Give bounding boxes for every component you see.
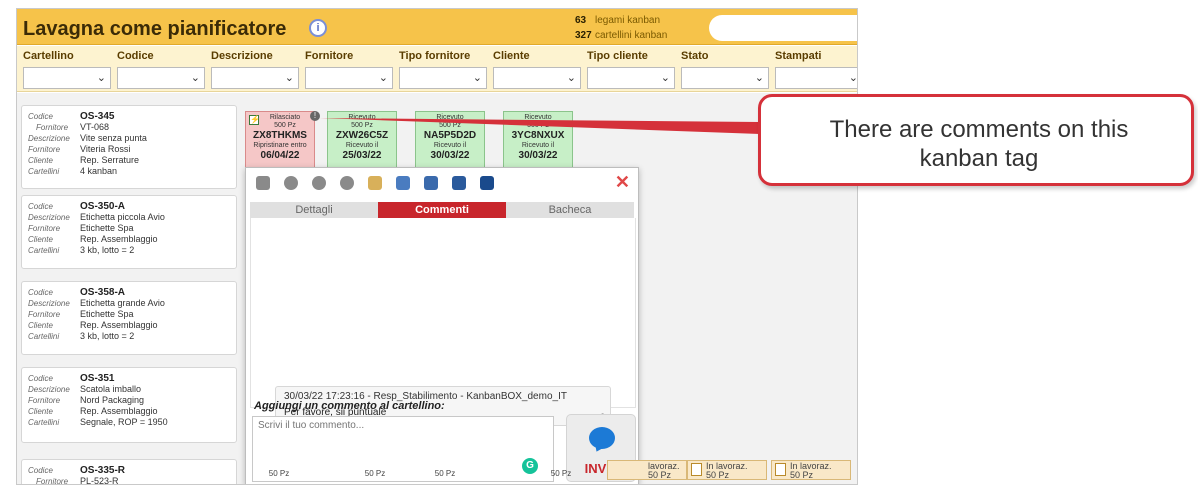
callout-pointer-shape bbox=[320, 118, 760, 134]
annotation-callout: There are comments on this kanban tag bbox=[758, 94, 1194, 186]
callout-line-1: There are comments on this bbox=[829, 116, 1129, 143]
callout-text: There are comments on this kanban tag bbox=[761, 115, 1197, 173]
callout-pointer bbox=[320, 118, 760, 134]
callout-line-2: kanban tag bbox=[919, 145, 1039, 172]
